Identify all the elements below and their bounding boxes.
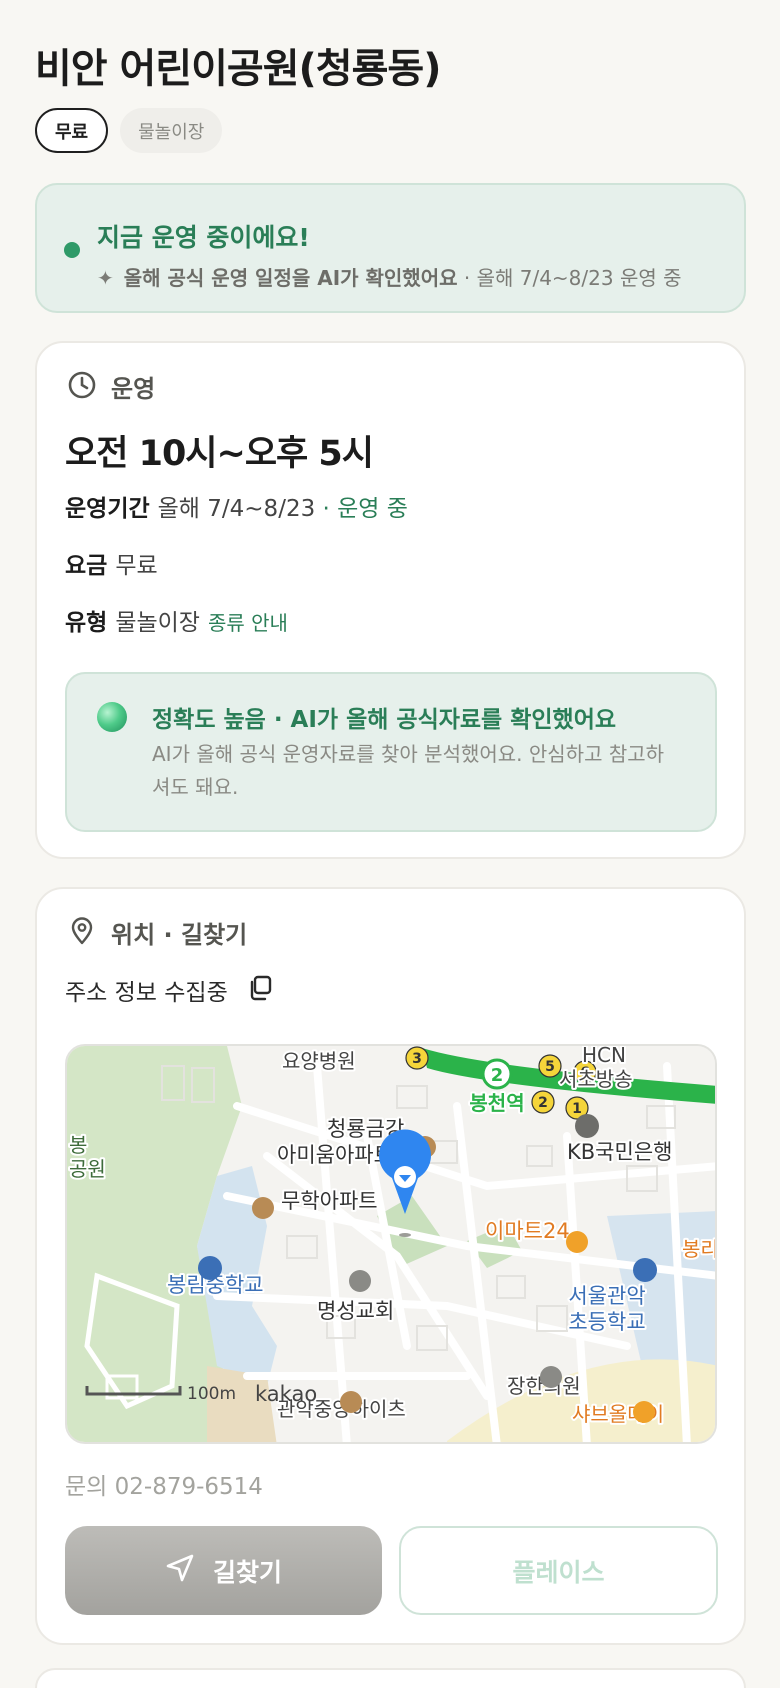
map-exit-5: 5	[545, 1059, 555, 1075]
ai-accuracy-card: 정확도 높음 · AI가 올해 공식자료를 확인했어요 AI가 올해 공식 운영…	[65, 672, 717, 832]
status-subtitle: ✦ 올해 공식 운영 일정을 AI가 확인했어요 · 올해 7/4~8/23 운영…	[97, 262, 682, 291]
period-row: 운영기간 올해 7/4~8/23 · 운영 중	[65, 489, 408, 523]
map-label-apt2: 무학아파트	[281, 1189, 378, 1213]
map-label-bank: KB국민은행	[567, 1140, 672, 1164]
ai-accuracy-title: 정확도 높음 · AI가 올해 공식자료를 확인했어요	[152, 707, 617, 733]
map-label-station: 봉천역	[469, 1091, 524, 1115]
next-card	[35, 1668, 746, 1688]
map-label-school2b: 초등학교	[568, 1310, 645, 1334]
page-title: 비안 어린이공원(청룡동)	[35, 46, 441, 92]
map-label-edge: 봉리	[682, 1237, 717, 1261]
operation-header: 운영	[67, 369, 155, 404]
fee-value: 무료	[115, 553, 158, 579]
map-exit-2: 2	[538, 1095, 548, 1111]
map-brand-label: kakao	[255, 1382, 317, 1406]
map-label-hcn: HCN	[582, 1046, 626, 1067]
period-value: 올해 7/4~8/23	[157, 496, 316, 522]
operation-section-label: 운영	[111, 375, 156, 403]
operation-card: 운영 오전 10시~오후 5시 운영기간 올해 7/4~8/23 · 운영 중 요…	[35, 341, 746, 859]
status-period: · 올해 7/4~8/23 운영 중	[457, 266, 682, 290]
tag-list: 무료 물놀이장	[35, 108, 223, 153]
status-ai-note: 올해 공식 운영 일정을 AI가 확인했어요	[123, 266, 458, 290]
map-pin-icon	[67, 916, 97, 950]
map-label-church: 명성교회	[317, 1299, 394, 1323]
fee-key: 요금	[65, 553, 108, 579]
map-label-park1: 봉	[69, 1133, 87, 1157]
map-exit-1: 1	[572, 1101, 582, 1117]
map-label-hospital: 요양병원	[282, 1049, 356, 1073]
ai-orb-icon	[97, 702, 127, 732]
directions-button-label: 길찾기	[212, 1557, 282, 1587]
map-label-school2a: 서울관악	[568, 1284, 645, 1308]
map-line-number: 2	[491, 1065, 504, 1086]
operating-hours: 오전 10시~오후 5시	[65, 434, 374, 474]
map-label-park2: 공원	[69, 1157, 106, 1181]
navigation-arrow-icon	[165, 1553, 195, 1589]
type-guide-link[interactable]: 종류 안내	[208, 611, 288, 635]
location-header: 위치 · 길찾기	[67, 915, 247, 950]
status-banner: 지금 운영 중이에요! ✦ 올해 공식 운영 일정을 AI가 확인했어요 · 올해…	[35, 183, 746, 313]
map-scale-label: 100m	[187, 1384, 236, 1404]
sparkle-icon: ✦	[97, 266, 114, 290]
location-card: 위치 · 길찾기 주소 정보 수집중 2 3 5 6 2 1 요양병원 HCN …	[35, 887, 746, 1645]
type-value: 물놀이장	[115, 610, 200, 636]
type-key: 유형	[65, 610, 108, 636]
address-row: 주소 정보 수집중	[65, 973, 274, 1007]
type-row: 유형 물놀이장 종류 안내	[65, 603, 288, 637]
clock-icon	[67, 370, 97, 404]
contact-phone[interactable]: 문의 02-879-6514	[65, 1467, 263, 1501]
directions-button[interactable]: 길찾기	[65, 1526, 382, 1615]
map-label-mart: 이마트24	[485, 1219, 570, 1243]
status-title: 지금 운영 중이에요!	[97, 223, 310, 252]
period-status: · 운영 중	[315, 496, 408, 522]
place-button[interactable]: 플레이스	[399, 1526, 718, 1615]
page: 비안 어린이공원(청룡동) 무료 물놀이장 지금 운영 중이에요! ✦ 올해 공식…	[0, 0, 780, 1688]
tag-free[interactable]: 무료	[35, 108, 109, 153]
map-label-apt1b: 아미움아파트	[277, 1143, 393, 1167]
map-exit-3: 3	[412, 1051, 422, 1067]
ai-accuracy-body: AI가 올해 공식 운영자료를 찾아 분석했어요. 안심하고 참고하셔도 돼요.	[152, 742, 665, 799]
map-label-hcn-broadcast: 서초방송	[559, 1067, 633, 1091]
copy-icon[interactable]	[246, 974, 274, 1006]
period-key: 운영기간	[65, 496, 150, 522]
address-text: 주소 정보 수집중	[65, 980, 228, 1006]
tag-water-play[interactable]: 물놀이장	[120, 108, 223, 153]
location-section-label: 위치 · 길찾기	[111, 921, 248, 949]
map-view[interactable]: 2 3 5 6 2 1 요양병원 HCN 서초방송 봉천역 청룡금강 아미움아파…	[65, 1044, 717, 1444]
status-dot-icon	[64, 242, 80, 258]
fee-row: 요금 무료	[65, 546, 158, 580]
